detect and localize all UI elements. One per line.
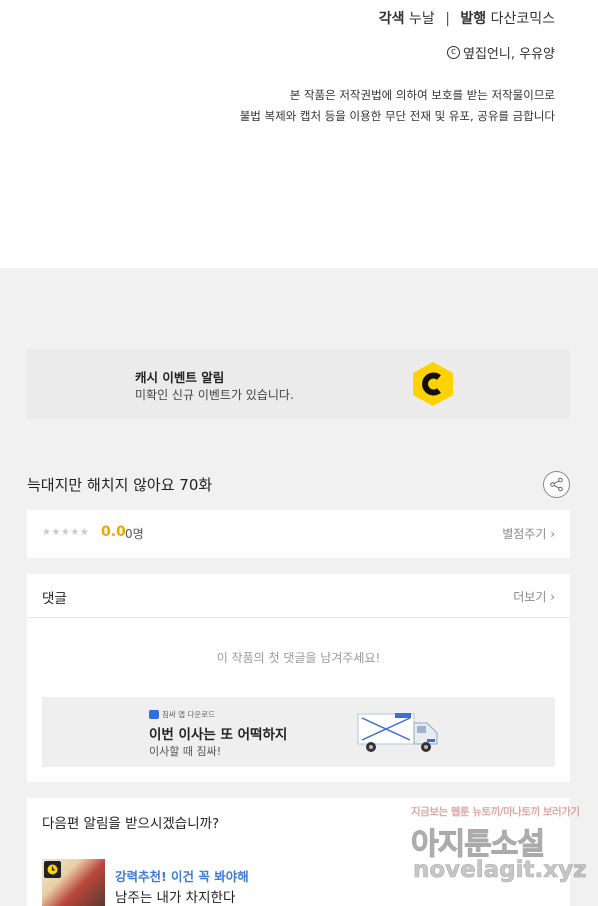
recommend-tag: 강력추천! 이건 꼭 봐야해 bbox=[115, 869, 249, 884]
publish-role: 발행 bbox=[460, 11, 487, 27]
copyright-text: 옆집언니, 우유양 bbox=[463, 47, 555, 62]
share-button[interactable] bbox=[543, 471, 570, 498]
comment-empty-message: 이 작품의 첫 댓글을 남겨주세요! bbox=[216, 651, 381, 665]
notice-line-2: 불법 복제와 캡처 등을 이용한 무단 전재 및 유포, 공유를 금합니다 bbox=[239, 109, 555, 123]
watermark: 지금보는 웹툰 뉴토끼/마나토끼 보러가기 아지툰소설 novelagit.xy… bbox=[408, 803, 587, 893]
rate-button[interactable]: 별점주기 › bbox=[502, 525, 555, 542]
watermark-top: 지금보는 웹툰 뉴토끼/마나토끼 보러가기 bbox=[411, 806, 580, 818]
cash-event-banner[interactable]: 캐시 이벤트 알림 미확인 신규 이벤트가 있습니다. bbox=[27, 349, 570, 419]
comment-section: 댓글 더보기 › 이 작품의 첫 댓글을 남겨주세요! 짐싸 앱 다운로드 이번… bbox=[27, 574, 570, 782]
notice-line-1: 본 작품은 저작권법에 의하여 보호를 받는 저작물이므로 bbox=[289, 88, 555, 102]
cash-c-icon bbox=[413, 362, 453, 406]
ad-tag-text: 짐싸 앱 다운로드 bbox=[162, 710, 216, 719]
copyright-notice: 본 작품은 저작권법에 의하여 보호를 받는 저작물이므로 불법 복제와 캡처 … bbox=[240, 85, 555, 127]
app-icon bbox=[149, 710, 159, 719]
rating-count: 0명 bbox=[125, 527, 144, 541]
ad-tag: 짐싸 앱 다운로드 bbox=[149, 709, 215, 720]
ad-banner[interactable]: 짐싸 앱 다운로드 이번 이사는 또 어떡하지 이사할 때 짐싸! bbox=[42, 697, 555, 767]
rating-box: ★★★★★ 0.0 0명 별점주기 › bbox=[27, 510, 570, 558]
next-alert-title: 다음편 알림을 받으시겠습니까? bbox=[42, 816, 220, 832]
copyright-icon: c bbox=[447, 46, 460, 59]
recommend-thumbnail[interactable] bbox=[42, 859, 105, 906]
episode-title: 늑대지만 해치지 않아요 70화 bbox=[27, 476, 213, 494]
credit-separator: | bbox=[445, 11, 450, 27]
publish-name: 다산코믹스 bbox=[490, 11, 555, 27]
ad-subtitle: 이사할 때 짐싸! bbox=[149, 745, 222, 758]
comment-title: 댓글 bbox=[42, 591, 67, 607]
ad-title: 이번 이사는 또 어떡하지 bbox=[149, 727, 288, 743]
copyright: c 옆집언니, 우유양 bbox=[447, 43, 555, 62]
credit-line: 각색 누날 | 발행 다산코믹스 bbox=[379, 8, 555, 28]
recommend-title[interactable]: 남주는 내가 차지한다 bbox=[115, 886, 235, 906]
share-icon bbox=[550, 477, 563, 492]
event-title: 캐시 이벤트 알림 bbox=[135, 370, 225, 385]
rating-stars: ★★★★★ bbox=[42, 527, 90, 538]
rating-score: 0.0 bbox=[101, 524, 126, 540]
event-subtitle: 미확인 신규 이벤트가 있습니다. bbox=[135, 388, 294, 402]
watermark-url: novelagit.xyz bbox=[413, 857, 587, 884]
credits-section: 각색 누날 | 발행 다산코믹스 c 옆집언니, 우유양 본 작품은 저작권법에… bbox=[0, 0, 598, 268]
color-role: 각색 bbox=[378, 11, 405, 27]
clock-icon bbox=[44, 861, 61, 878]
comment-header: 댓글 더보기 › bbox=[27, 574, 570, 618]
color-name: 누날 bbox=[408, 11, 435, 27]
truck-image bbox=[357, 713, 438, 752]
comments-more-button[interactable]: 더보기 › bbox=[513, 588, 555, 605]
